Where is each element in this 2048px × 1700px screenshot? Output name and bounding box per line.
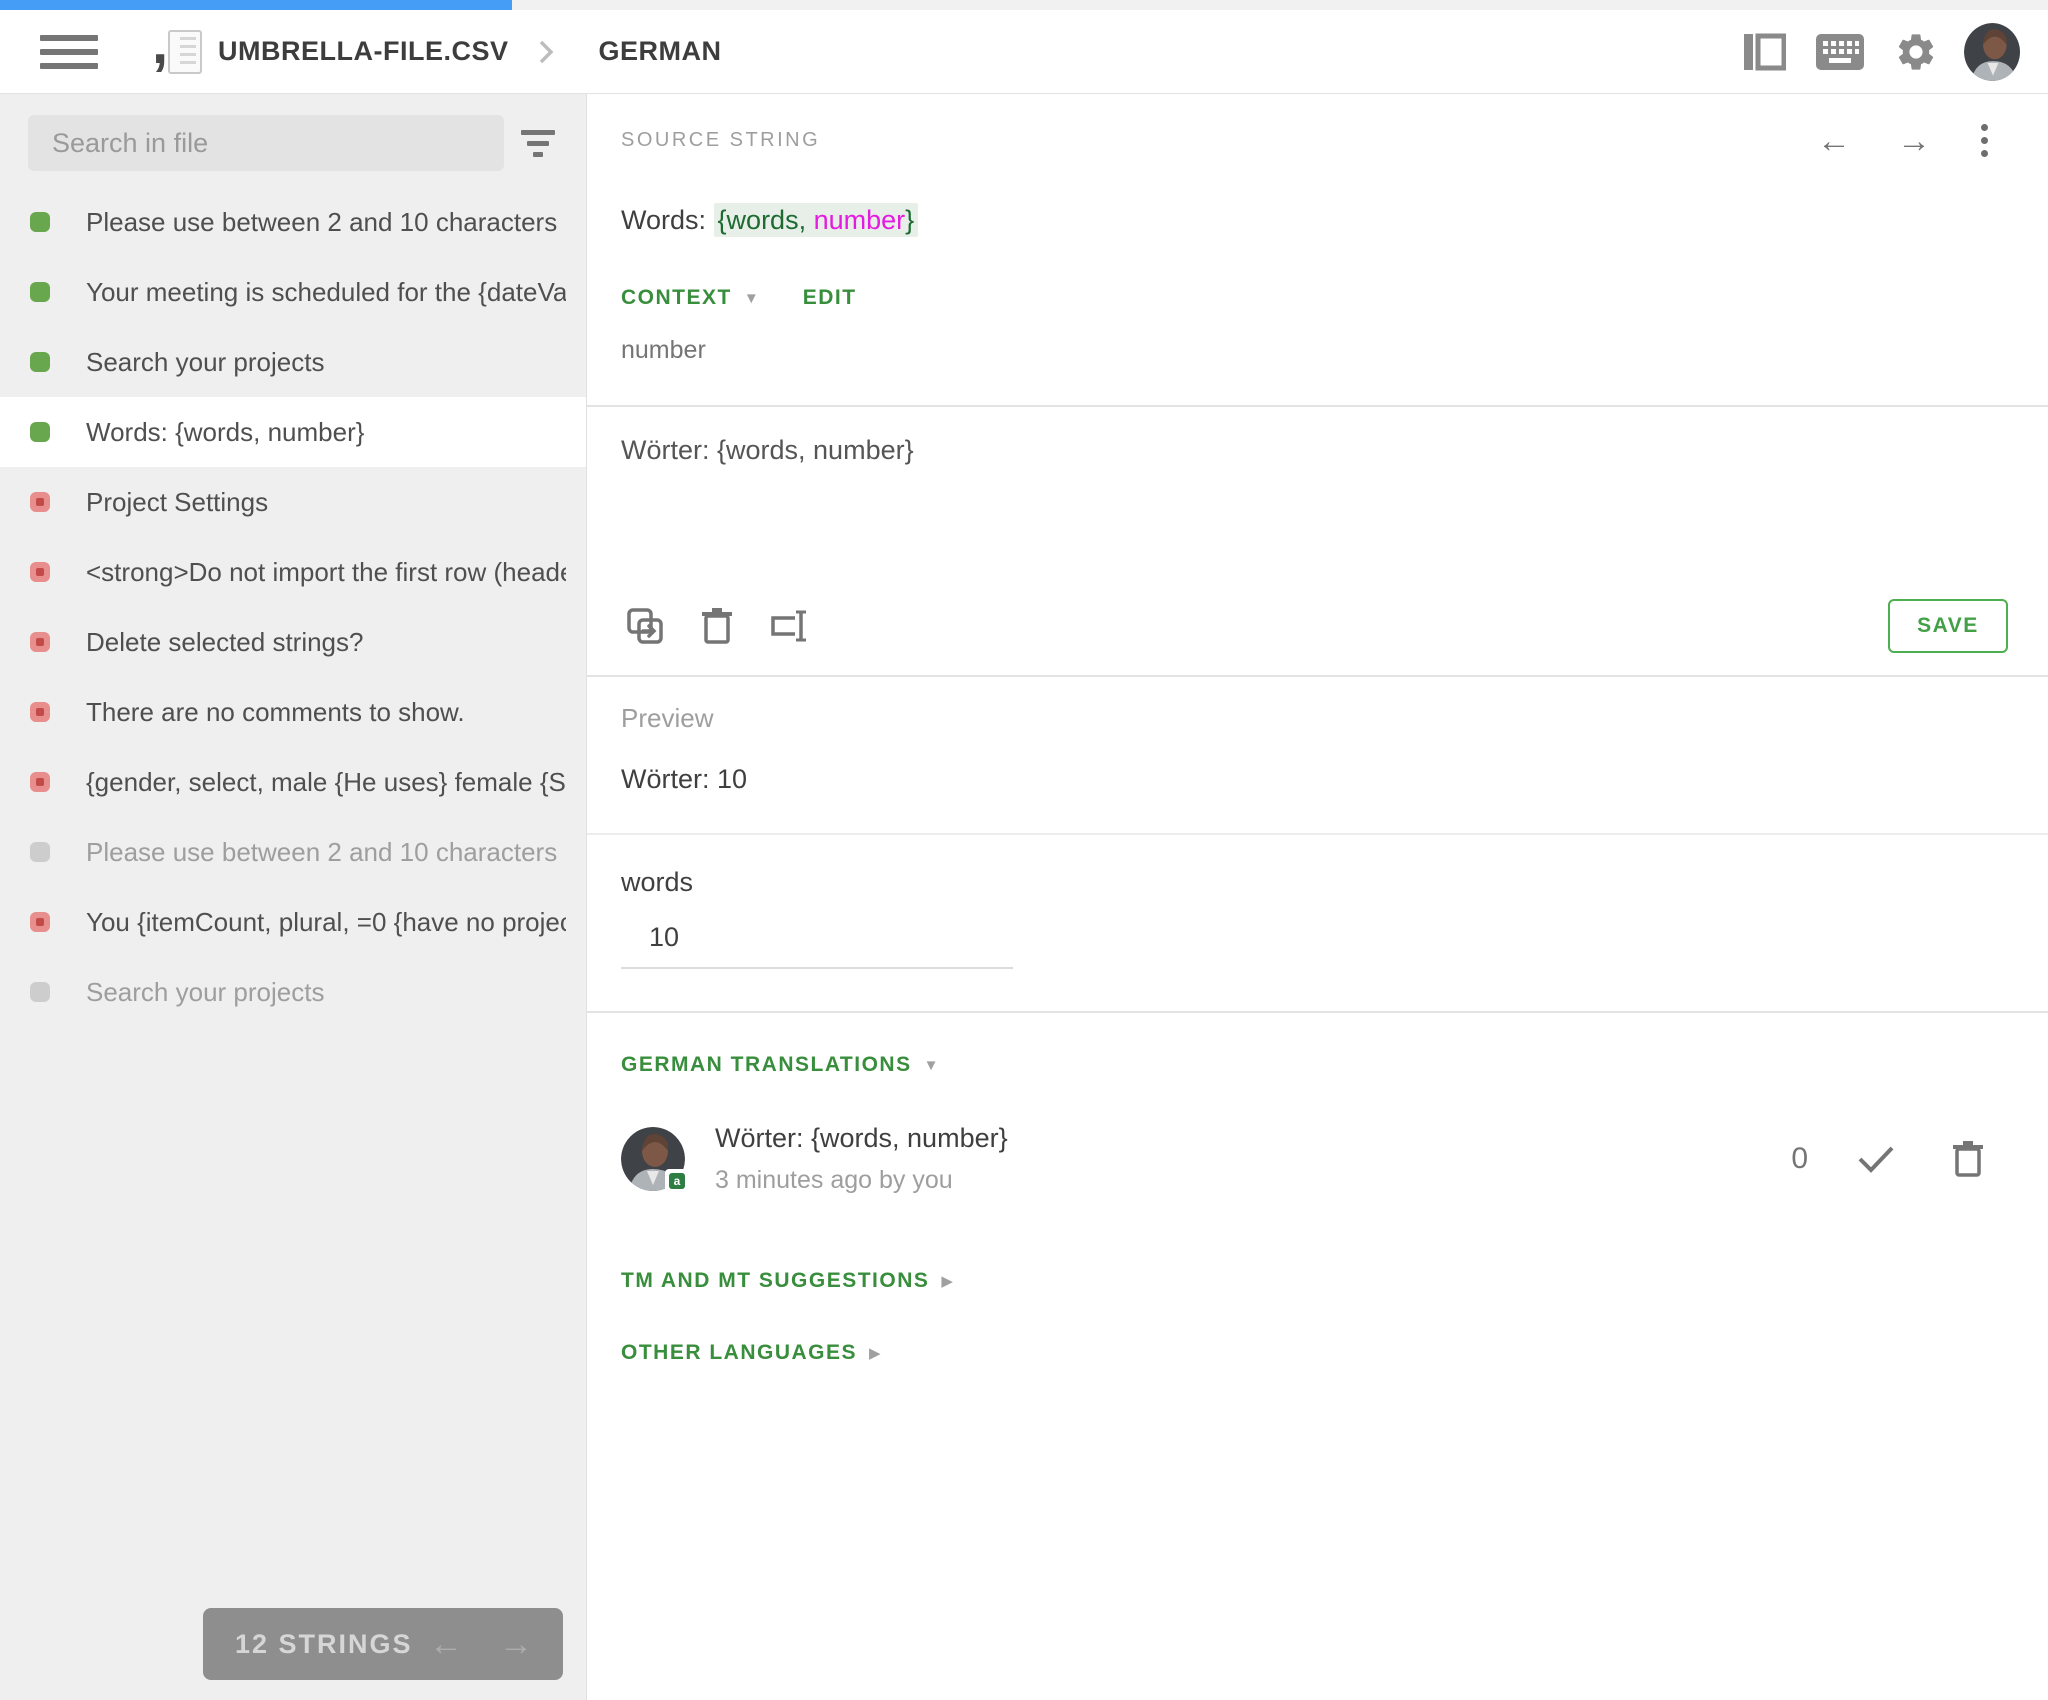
copy-source-button[interactable] [621,602,669,650]
insert-placeholder-icon [771,610,806,642]
list-item[interactable]: {gender, select, male {He uses} female {… [0,747,586,817]
argument-value-input[interactable] [621,922,1013,969]
icu-placeholder-chunk[interactable]: {words, number} [713,203,919,237]
chevron-down-icon: ▼ [743,289,759,307]
chevron-right-icon: ▶ [869,1345,881,1362]
copy-source-icon [627,608,663,644]
list-item[interactable]: There are no comments to show. [0,677,586,747]
preview-section: Preview Wörter: 10 words [587,677,2048,1013]
translation-meta: 3 minutes ago by you [715,1166,953,1194]
list-item[interactable]: <strong>Do not import the first row (hea… [0,537,586,607]
context-value: number [621,336,706,364]
trash-icon [1953,1141,1983,1177]
strings-pager: 12 STRINGS ← → [203,1608,563,1680]
list-item[interactable]: Search your projects [0,327,586,397]
string-list: Please use between 2 and 10 characters Y… [0,187,586,1027]
list-item[interactable]: Project Settings [0,467,586,537]
approve-translation-button[interactable] [1852,1135,1900,1183]
source-string-section: SOURCE STRING ← → Words: {words, number}… [587,94,2048,407]
status-untranslated-icon [30,562,50,582]
strings-sidebar: Please use between 2 and 10 characters Y… [0,94,586,1700]
keyboard-icon [1816,33,1864,70]
list-item[interactable]: Please use between 2 and 10 characters [0,817,586,887]
status-untranslated-icon [30,492,50,512]
gear-icon [1898,33,1934,70]
hamburger-menu-icon[interactable] [40,30,100,74]
side-by-side-view-button[interactable] [1736,24,1792,80]
status-translated-icon [30,422,50,442]
preview-title: Preview [621,703,714,733]
toolbar: , UMBRELLA-FILE.CSV GERMAN [0,10,2048,94]
delete-translation-button[interactable] [1944,1135,1992,1183]
checkmark-icon [1858,1146,1894,1173]
edit-context-button[interactable]: EDIT [803,286,857,310]
keyboard-shortcuts-button[interactable] [1812,24,1868,80]
page-load-progress-track [0,0,2048,10]
status-untranslated-icon [30,912,50,932]
status-untranslated-icon [30,632,50,652]
search-input[interactable] [28,115,504,171]
breadcrumb-chevron-icon [538,38,554,66]
translate-badge-icon: a [665,1169,689,1193]
preview-rendered-text: Wörter: 10 [587,734,2048,835]
chevron-right-icon: ▶ [941,1273,953,1290]
vote-count: 0 [1791,1142,1808,1175]
list-item[interactable]: Please use between 2 and 10 characters [0,187,586,257]
translation-text: Wörter: {words, number} [715,1123,1008,1153]
argument-label: words [621,867,694,897]
chevron-down-icon: ▼ [923,1056,939,1074]
list-item-selected[interactable]: Words: {words, number} [0,397,586,467]
pager-next-button[interactable]: → [499,1627,533,1661]
list-item[interactable]: Your meeting is scheduled for the {dateV… [0,257,586,327]
list-item[interactable]: Search your projects [0,957,586,1027]
clear-translation-button[interactable] [693,602,741,650]
source-string-header: SOURCE STRING [621,129,821,151]
trash-icon [702,608,732,644]
translation-editor-section: Wörter: {words, number} SAVE [587,407,2048,677]
breadcrumb-file-name[interactable]: UMBRELLA-FILE.CSV [218,36,508,67]
tm-mt-suggestions-toggle[interactable]: TM AND MT SUGGESTIONS ▶ [621,1269,1992,1293]
filter-icon[interactable] [510,115,566,171]
save-button[interactable]: SAVE [1888,599,2008,653]
settings-button[interactable] [1888,24,1944,80]
user-avatar[interactable] [1964,22,2020,81]
status-empty-icon [30,982,50,1002]
pager-prev-button[interactable]: ← [429,1627,463,1661]
status-empty-icon [30,842,50,862]
status-translated-icon [30,352,50,372]
list-item[interactable]: Delete selected strings? [0,607,586,677]
status-untranslated-icon [30,702,50,722]
other-languages-toggle[interactable]: OTHER LANGUAGES ▶ [621,1341,1992,1365]
translation-entry: a Wörter: {words, number} 3 minutes ago … [621,1123,1992,1195]
side-by-side-icon [1744,33,1786,70]
source-string-text: Words: {words, number} [621,203,2048,237]
avatar-image [1964,22,2020,81]
status-translated-icon [30,282,50,302]
list-item[interactable]: You {itemCount, plural, =0 {have no proj… [0,887,586,957]
page-load-progress-fill [0,0,512,10]
strings-count-label: 12 STRINGS [235,1628,413,1659]
previous-string-button[interactable]: ← [1817,124,1851,158]
next-string-button[interactable]: → [1897,124,1931,158]
csv-file-icon: , [152,11,204,78]
translations-section: GERMAN TRANSLATIONS ▼ a Wörter: {words, … [587,1013,2048,1365]
status-untranslated-icon [30,772,50,792]
insert-placeholder-button[interactable] [765,602,813,650]
translator-avatar: a [621,1127,689,1193]
german-translations-toggle[interactable]: GERMAN TRANSLATIONS ▼ [621,1053,1992,1077]
context-dropdown-button[interactable]: CONTEXT [621,286,732,310]
breadcrumb-language[interactable]: GERMAN [598,36,721,67]
more-options-icon[interactable] [1977,120,1992,161]
editor-panel: SOURCE STRING ← → Words: {words, number}… [586,94,2048,1700]
translation-textarea[interactable]: Wörter: {words, number} [621,435,2008,593]
status-translated-icon [30,212,50,232]
